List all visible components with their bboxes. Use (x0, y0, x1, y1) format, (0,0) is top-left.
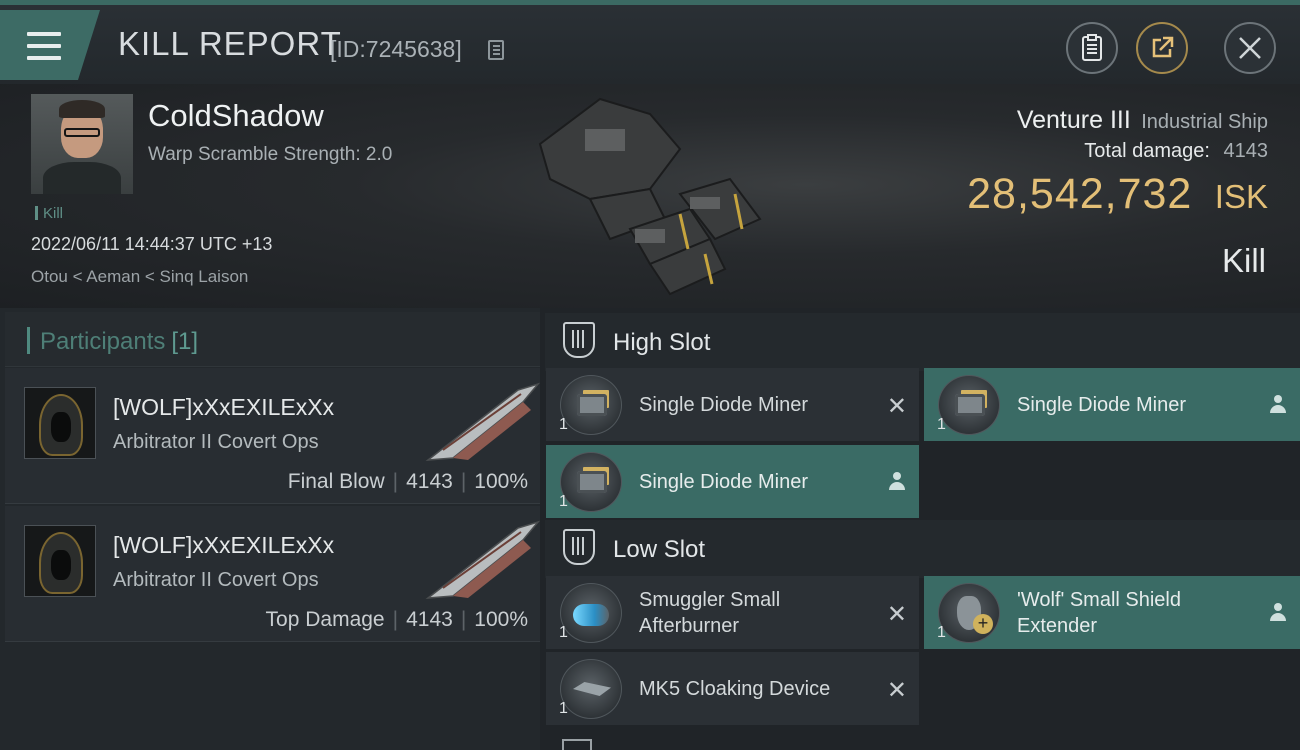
close-button[interactable] (1224, 22, 1276, 74)
module-name: Single Diode Miner (639, 393, 808, 416)
mining-laser-icon (560, 452, 622, 512)
participant-row[interactable]: [WOLF]xXxEXILExXx Arbitrator II Covert O… (5, 506, 541, 642)
participant-avatar[interactable] (24, 525, 96, 597)
participant-row[interactable]: [WOLF]xXxEXILExXx Arbitrator II Covert O… (5, 368, 541, 504)
destroyed-icon: ✕ (886, 677, 907, 704)
total-damage: Total damage: 4143 (1084, 140, 1268, 163)
fitting-panel: High Slot 1 Single Diode Miner ✕ 1 Singl… (540, 308, 1300, 750)
module-slot[interactable]: 1 Single Diode Miner (924, 368, 1300, 441)
module-slot[interactable]: 1 Single Diode Miner ✕ (546, 368, 919, 441)
high-slot-header: High Slot (545, 313, 1300, 371)
victim-name[interactable]: ColdShadow (148, 98, 324, 134)
module-name: Smuggler Small Afterburner (639, 588, 781, 637)
participant-avatar[interactable] (24, 387, 96, 459)
page-title: KILL REPORT (118, 25, 342, 62)
participant-damage: 4143 (406, 470, 453, 493)
module-name: Single Diode Miner (1017, 393, 1186, 416)
participant-percent: 100% (474, 608, 528, 631)
victim-summary: ColdShadow Warp Scramble Strength: 2.0 K… (0, 84, 1300, 308)
dropped-person-icon (1270, 395, 1286, 413)
participant-stats: Final Blow | 4143 | 100% (287, 470, 528, 493)
participant-ship-image (425, 382, 541, 461)
participant-ship-image (425, 520, 541, 599)
isk-unit: ISK (1214, 178, 1268, 215)
participants-title: Participants (40, 328, 166, 355)
participant-ship: Arbitrator II Covert Ops (113, 569, 319, 591)
high-slot-icon (563, 322, 595, 358)
menu-button[interactable] (0, 10, 100, 80)
module-slot[interactable]: 1 MK5 Cloaking Device ✕ (546, 652, 919, 725)
module-quantity: 1 (559, 416, 568, 433)
module-slot[interactable]: 1 Single Diode Miner (546, 445, 919, 518)
module-name: Single Diode Miner (639, 470, 808, 493)
mining-laser-icon (938, 375, 1000, 435)
module-slot[interactable]: 1 'Wolf' Small Shield Extender (924, 576, 1300, 649)
mining-laser-icon (560, 375, 622, 435)
module-name: 'Wolf' Small Shield Extender (1017, 588, 1181, 637)
kill-location: Otou < Aeman < Sinq Laison (31, 267, 249, 286)
share-icon (1152, 36, 1174, 58)
shield-extender-icon (938, 583, 1000, 643)
kill-tag: Kill (35, 205, 63, 222)
kill-result: Kill (1221, 242, 1266, 279)
module-name: MK5 Cloaking Device (639, 677, 831, 700)
total-damage-label: Total damage: (1084, 140, 1210, 162)
copy-icon[interactable] (488, 40, 504, 60)
share-button[interactable] (1136, 22, 1188, 74)
participants-count: [1] (171, 328, 199, 355)
hamburger-menu-icon (27, 32, 61, 60)
low-slot-title: Low Slot (613, 536, 706, 563)
participant-ship: Arbitrator II Covert Ops (113, 431, 319, 453)
participants-panel: Participants [1] [WOLF]xXxEXILExXx Arbitr… (0, 308, 541, 750)
cloaking-device-icon (560, 659, 622, 719)
participant-name: [WOLF]xXxEXILExXx (113, 532, 335, 558)
victim-ship[interactable]: Venture III Industrial Ship (1017, 106, 1268, 135)
participant-percent: 100% (474, 470, 528, 493)
isk-value: 28,542,732 ISK (967, 170, 1268, 219)
report-button[interactable] (1066, 22, 1118, 74)
clipboard-icon (1082, 34, 1102, 61)
low-slot-icon (563, 529, 595, 565)
participant-damage: 4143 (406, 608, 453, 631)
destroyed-icon: ✕ (886, 601, 907, 628)
next-section-icon (562, 739, 592, 750)
participant-role: Final Blow (287, 470, 385, 493)
participants-header: Participants [1] (5, 312, 540, 367)
participant-stats: Top Damage | 4143 | 100% (265, 608, 528, 631)
victim-ship-image (538, 97, 762, 296)
ship-class: Industrial Ship (1141, 111, 1268, 133)
kill-datetime: 2022/06/11 14:44:37 UTC +13 (31, 234, 273, 254)
isk-amount: 28,542,732 (967, 170, 1193, 218)
report-id: [ID:7245638] (330, 36, 462, 62)
module-quantity: 1 (937, 624, 946, 641)
participant-name: [WOLF]xXxEXILExXx (113, 394, 335, 420)
module-quantity: 1 (559, 700, 568, 717)
close-icon (1239, 37, 1261, 59)
high-slot-title: High Slot (613, 329, 711, 356)
module-slot[interactable]: 1 Smuggler Small Afterburner ✕ (546, 576, 919, 649)
afterburner-icon (560, 583, 622, 643)
header-bar: KILL REPORT [ID:7245638] (0, 0, 1300, 84)
ship-name: Venture III (1016, 106, 1131, 134)
module-quantity: 1 (559, 493, 568, 510)
warp-scramble-strength: Warp Scramble Strength: 2.0 (148, 144, 393, 165)
dropped-person-icon (889, 472, 905, 490)
module-quantity: 1 (559, 624, 568, 641)
victim-portrait[interactable] (31, 94, 133, 194)
dropped-person-icon (1270, 603, 1286, 621)
module-quantity: 1 (937, 416, 946, 433)
total-damage-value: 4143 (1223, 140, 1269, 162)
low-slot-header: Low Slot (545, 520, 1300, 578)
participant-role: Top Damage (265, 608, 385, 631)
destroyed-icon: ✕ (886, 393, 907, 420)
